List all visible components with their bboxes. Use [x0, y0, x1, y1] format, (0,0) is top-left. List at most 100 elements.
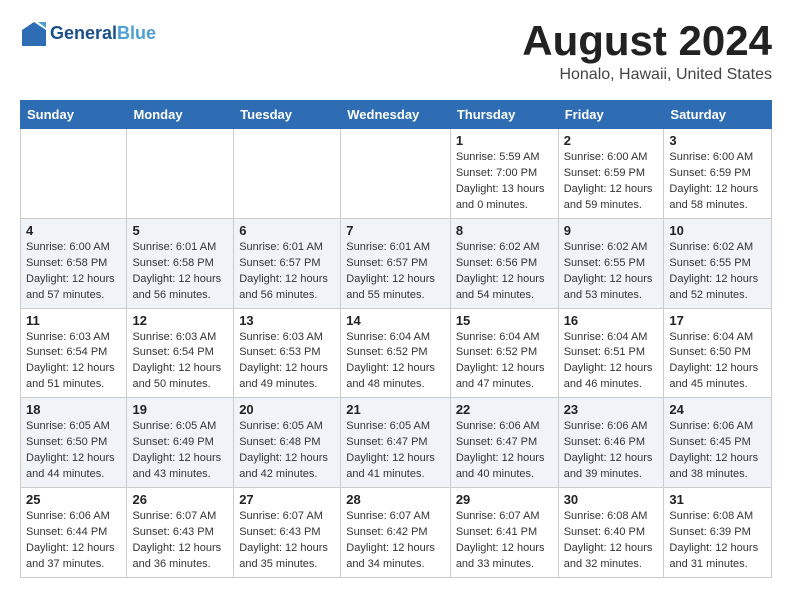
day-info: Sunrise: 6:04 AMSunset: 6:50 PMDaylight:…	[669, 330, 766, 394]
header-wednesday: Wednesday	[341, 101, 451, 129]
day-number: 3	[669, 133, 766, 148]
calendar-cell: 1 Sunrise: 5:59 AMSunset: 7:00 PMDaylight…	[450, 129, 558, 219]
day-number: 31	[669, 492, 766, 507]
day-info: Sunrise: 6:02 AMSunset: 6:55 PMDaylight:…	[564, 240, 659, 304]
calendar-cell	[234, 129, 341, 219]
calendar-cell: 30 Sunrise: 6:08 AMSunset: 6:40 PMDayligh…	[558, 488, 664, 578]
day-number: 7	[346, 223, 445, 238]
day-number: 17	[669, 313, 766, 328]
day-info: Sunrise: 6:08 AMSunset: 6:39 PMDaylight:…	[669, 509, 766, 573]
calendar-cell: 28Sunrise: 6:07 AMSunset: 6:42 PMDayligh…	[341, 488, 451, 578]
day-number: 15	[456, 313, 553, 328]
day-info: Sunrise: 6:07 AMSunset: 6:41 PMDaylight:…	[456, 509, 553, 573]
day-number: 30	[564, 492, 659, 507]
day-info: Sunrise: 6:06 AMSunset: 6:47 PMDaylight:…	[456, 419, 553, 483]
day-number: 21	[346, 402, 445, 417]
day-info: Sunrise: 6:05 AMSunset: 6:47 PMDaylight:…	[346, 419, 445, 483]
day-number: 10	[669, 223, 766, 238]
day-info: Sunrise: 6:06 AMSunset: 6:44 PMDaylight:…	[26, 509, 121, 573]
day-info: Sunrise: 6:06 AMSunset: 6:45 PMDaylight:…	[669, 419, 766, 483]
day-info: Sunrise: 5:59 AMSunset: 7:00 PMDaylight:…	[456, 150, 553, 214]
day-info: Sunrise: 6:07 AMSunset: 6:43 PMDaylight:…	[239, 509, 335, 573]
calendar-cell: 4 Sunrise: 6:00 AMSunset: 6:58 PMDaylight…	[21, 218, 127, 308]
logo-icon	[20, 20, 48, 48]
day-info: Sunrise: 6:07 AMSunset: 6:43 PMDaylight:…	[132, 509, 228, 573]
calendar-week-row: 11Sunrise: 6:03 AMSunset: 6:54 PMDayligh…	[21, 308, 772, 398]
day-info: Sunrise: 6:00 AMSunset: 6:59 PMDaylight:…	[669, 150, 766, 214]
calendar-cell: 24Sunrise: 6:06 AMSunset: 6:45 PMDayligh…	[664, 398, 772, 488]
calendar-cell: 22 Sunrise: 6:06 AMSunset: 6:47 PMDayligh…	[450, 398, 558, 488]
day-number: 1	[456, 133, 553, 148]
day-info: Sunrise: 6:08 AMSunset: 6:40 PMDaylight:…	[564, 509, 659, 573]
logo-line1: General	[50, 23, 117, 43]
calendar-cell: 12 Sunrise: 6:03 AMSunset: 6:54 PMDayligh…	[127, 308, 234, 398]
calendar-cell: 8 Sunrise: 6:02 AMSunset: 6:56 PMDaylight…	[450, 218, 558, 308]
day-info: Sunrise: 6:00 AMSunset: 6:59 PMDaylight:…	[564, 150, 659, 214]
calendar-cell: 3 Sunrise: 6:00 AMSunset: 6:59 PMDaylight…	[664, 129, 772, 219]
day-info: Sunrise: 6:03 AMSunset: 6:54 PMDaylight:…	[26, 330, 121, 394]
calendar-week-row: 4 Sunrise: 6:00 AMSunset: 6:58 PMDaylight…	[21, 218, 772, 308]
header-monday: Monday	[127, 101, 234, 129]
calendar-cell: 21 Sunrise: 6:05 AMSunset: 6:47 PMDayligh…	[341, 398, 451, 488]
day-number: 20	[239, 402, 335, 417]
day-info: Sunrise: 6:04 AMSunset: 6:51 PMDaylight:…	[564, 330, 659, 394]
day-number: 5	[132, 223, 228, 238]
day-info: Sunrise: 6:00 AMSunset: 6:58 PMDaylight:…	[26, 240, 121, 304]
day-number: 25	[26, 492, 121, 507]
header-tuesday: Tuesday	[234, 101, 341, 129]
day-info: Sunrise: 6:06 AMSunset: 6:46 PMDaylight:…	[564, 419, 659, 483]
calendar-cell	[127, 129, 234, 219]
calendar-cell: 6Sunrise: 6:01 AMSunset: 6:57 PMDaylight…	[234, 218, 341, 308]
calendar-cell: 9Sunrise: 6:02 AMSunset: 6:55 PMDaylight…	[558, 218, 664, 308]
day-info: Sunrise: 6:03 AMSunset: 6:54 PMDaylight:…	[132, 330, 228, 394]
page-header: GeneralBlue August 2024 Honalo, Hawaii, …	[20, 20, 772, 84]
day-info: Sunrise: 6:02 AMSunset: 6:56 PMDaylight:…	[456, 240, 553, 304]
day-number: 14	[346, 313, 445, 328]
calendar-cell: 10 Sunrise: 6:02 AMSunset: 6:55 PMDayligh…	[664, 218, 772, 308]
day-info: Sunrise: 6:05 AMSunset: 6:49 PMDaylight:…	[132, 419, 228, 483]
day-number: 23	[564, 402, 659, 417]
day-number: 26	[132, 492, 228, 507]
calendar-cell: 27 Sunrise: 6:07 AMSunset: 6:43 PMDayligh…	[234, 488, 341, 578]
month-year-title: August 2024	[522, 20, 772, 62]
calendar-week-row: 1 Sunrise: 5:59 AMSunset: 7:00 PMDaylight…	[21, 129, 772, 219]
header-friday: Friday	[558, 101, 664, 129]
day-number: 18	[26, 402, 121, 417]
day-number: 6	[239, 223, 335, 238]
day-number: 12	[132, 313, 228, 328]
day-info: Sunrise: 6:01 AMSunset: 6:58 PMDaylight:…	[132, 240, 228, 304]
calendar-table: SundayMondayTuesdayWednesdayThursdayFrid…	[20, 100, 772, 578]
day-info: Sunrise: 6:02 AMSunset: 6:55 PMDaylight:…	[669, 240, 766, 304]
calendar-cell	[21, 129, 127, 219]
calendar-cell: 29 Sunrise: 6:07 AMSunset: 6:41 PMDayligh…	[450, 488, 558, 578]
day-number: 8	[456, 223, 553, 238]
day-number: 13	[239, 313, 335, 328]
title-block: August 2024 Honalo, Hawaii, United State…	[522, 20, 772, 84]
calendar-cell: 5 Sunrise: 6:01 AMSunset: 6:58 PMDaylight…	[127, 218, 234, 308]
calendar-cell	[341, 129, 451, 219]
calendar-cell: 11Sunrise: 6:03 AMSunset: 6:54 PMDayligh…	[21, 308, 127, 398]
day-number: 4	[26, 223, 121, 238]
day-info: Sunrise: 6:04 AMSunset: 6:52 PMDaylight:…	[456, 330, 553, 394]
calendar-week-row: 25 Sunrise: 6:06 AMSunset: 6:44 PMDayligh…	[21, 488, 772, 578]
day-number: 27	[239, 492, 335, 507]
calendar-cell: 14Sunrise: 6:04 AMSunset: 6:52 PMDayligh…	[341, 308, 451, 398]
header-sunday: Sunday	[21, 101, 127, 129]
day-number: 19	[132, 402, 228, 417]
calendar-cell: 13Sunrise: 6:03 AMSunset: 6:53 PMDayligh…	[234, 308, 341, 398]
calendar-week-row: 18 Sunrise: 6:05 AMSunset: 6:50 PMDayligh…	[21, 398, 772, 488]
calendar-cell: 18 Sunrise: 6:05 AMSunset: 6:50 PMDayligh…	[21, 398, 127, 488]
logo: GeneralBlue	[20, 20, 156, 48]
calendar-cell: 17 Sunrise: 6:04 AMSunset: 6:50 PMDayligh…	[664, 308, 772, 398]
day-number: 2	[564, 133, 659, 148]
calendar-cell: 2 Sunrise: 6:00 AMSunset: 6:59 PMDaylight…	[558, 129, 664, 219]
day-number: 22	[456, 402, 553, 417]
day-number: 16	[564, 313, 659, 328]
day-info: Sunrise: 6:05 AMSunset: 6:50 PMDaylight:…	[26, 419, 121, 483]
day-info: Sunrise: 6:05 AMSunset: 6:48 PMDaylight:…	[239, 419, 335, 483]
calendar-header-row: SundayMondayTuesdayWednesdayThursdayFrid…	[21, 101, 772, 129]
day-number: 29	[456, 492, 553, 507]
calendar-cell: 23 Sunrise: 6:06 AMSunset: 6:46 PMDayligh…	[558, 398, 664, 488]
header-thursday: Thursday	[450, 101, 558, 129]
day-info: Sunrise: 6:07 AMSunset: 6:42 PMDaylight:…	[346, 509, 445, 573]
